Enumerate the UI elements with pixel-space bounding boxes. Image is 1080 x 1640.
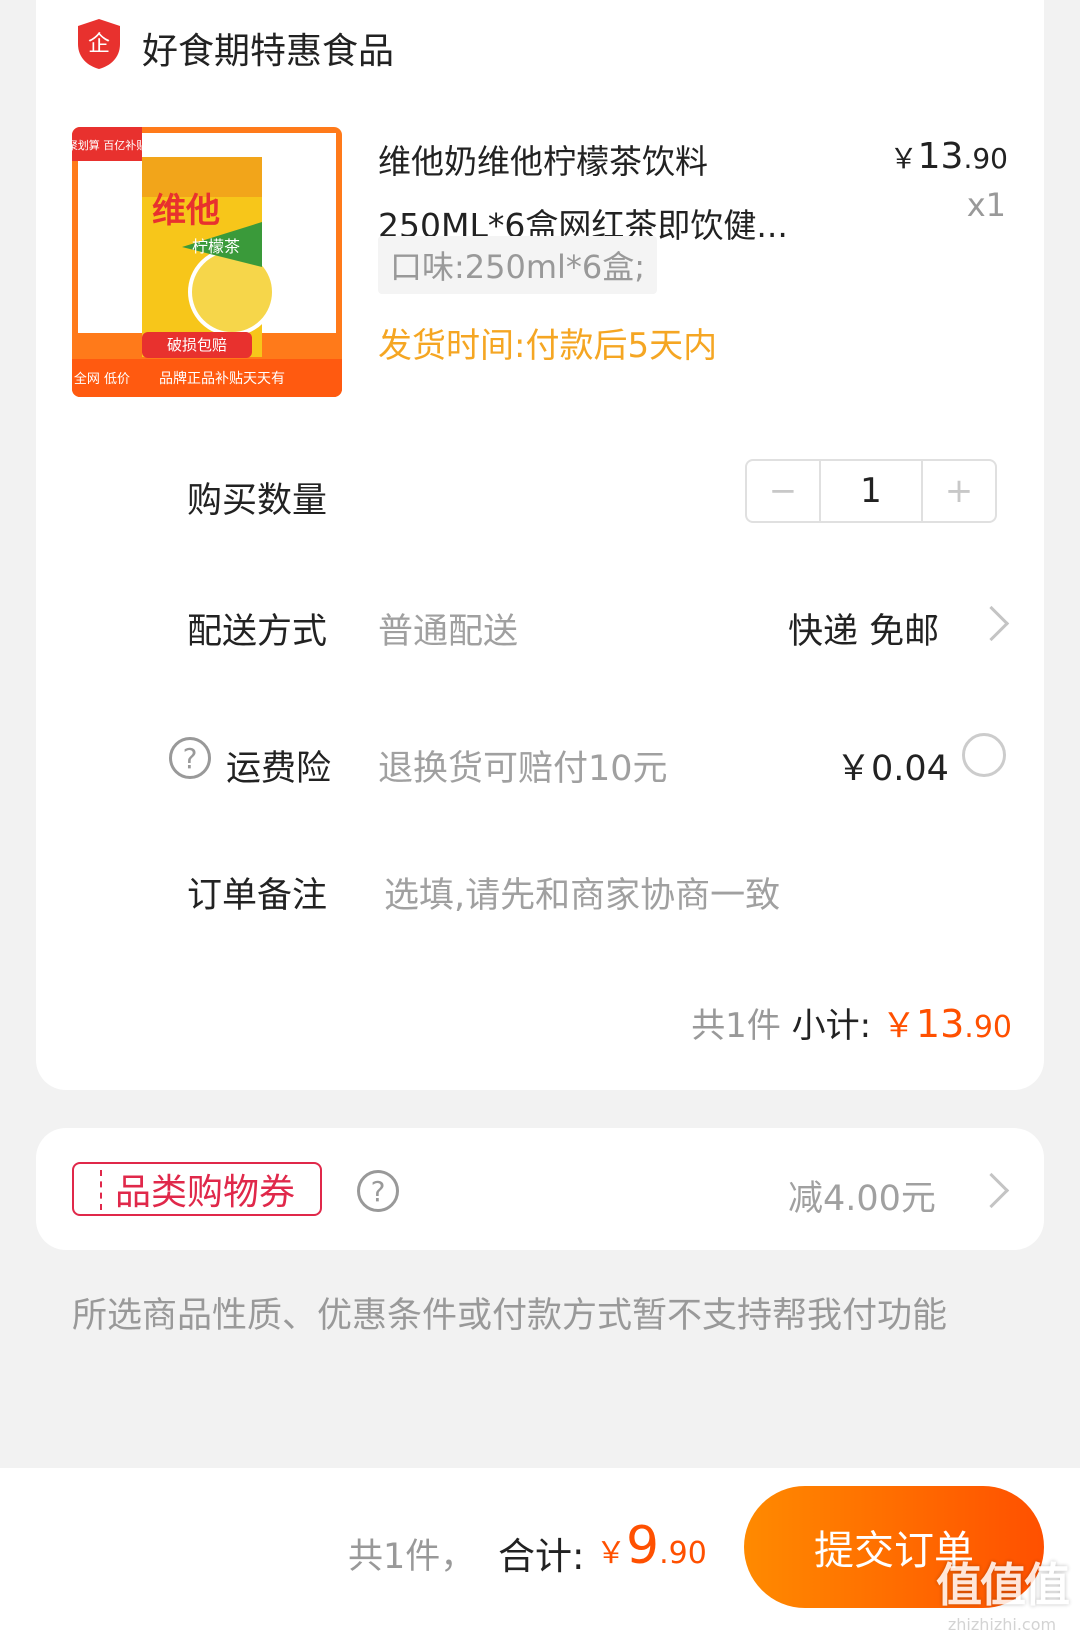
decrement-button[interactable]: − [747, 461, 819, 521]
quantity-input[interactable]: 1 [819, 461, 923, 521]
insurance-radio[interactable] [962, 733, 1006, 777]
notice-text: 所选商品性质、优惠条件或付款方式暂不支持帮我付功能 [72, 1296, 948, 1336]
total-label: 合计: [498, 1535, 585, 1578]
insurance-description: 退换货可赔付10元 [378, 749, 668, 789]
svg-text:维他: 维他 [152, 191, 220, 231]
coupon-value[interactable]: 减4.00元 [788, 1170, 936, 1221]
quantity-stepper: − 1 + [745, 459, 997, 523]
coupon-tag: 品类购物券 [72, 1162, 322, 1216]
quantity-label: 购买数量 [187, 481, 328, 521]
delivery-method: 普通配送 [378, 612, 519, 652]
insurance-price: ￥0.04 [836, 749, 949, 789]
remark-label: 订单备注 [187, 876, 328, 916]
svg-text:全网 低价: 全网 低价 [74, 371, 130, 387]
svg-text:企: 企 [88, 32, 110, 57]
svg-text:品牌正品补贴天天有: 品牌正品补贴天天有 [159, 370, 285, 387]
enterprise-shield-icon: 企 [78, 19, 120, 69]
delivery-label: 配送方式 [187, 612, 328, 652]
product-price: ￥13.90 [889, 136, 1008, 177]
delivery-value[interactable]: 快递 免邮 [788, 603, 939, 654]
shipping-time: 发货时间:付款后5天内 [378, 326, 718, 366]
total-count: 共1件， [348, 1537, 476, 1577]
insurance-label: 运费险 [226, 749, 332, 789]
svg-text:柠檬茶: 柠檬茶 [192, 237, 240, 256]
remark-input[interactable]: 选填,请先和商家协商一致 [384, 867, 780, 918]
total-price: ￥9.90 [596, 1516, 707, 1576]
product-quantity: x1 [966, 186, 1006, 224]
product-image[interactable]: 维他 柠檬茶 聚划算 百亿补贴 破损包赔 全网 低价 品牌正品补贴天天有 [72, 127, 342, 397]
svg-text:破损包赔: 破损包赔 [167, 336, 227, 354]
subtotal: 共1件 小计: ￥13.90 [691, 1002, 1012, 1046]
watermark: 值值值 zhizhizhi.com [936, 1558, 1070, 1634]
coupon-help-icon[interactable]: ? [357, 1170, 399, 1212]
spec-tag[interactable]: 口味:250ml*6盒; [378, 236, 658, 294]
increment-button[interactable]: + [923, 461, 995, 521]
shop-name[interactable]: 好食期特惠食品 [142, 22, 394, 74]
help-icon[interactable]: ? [169, 737, 211, 779]
svg-text:聚划算 百亿补贴: 聚划算 百亿补贴 [72, 138, 147, 152]
